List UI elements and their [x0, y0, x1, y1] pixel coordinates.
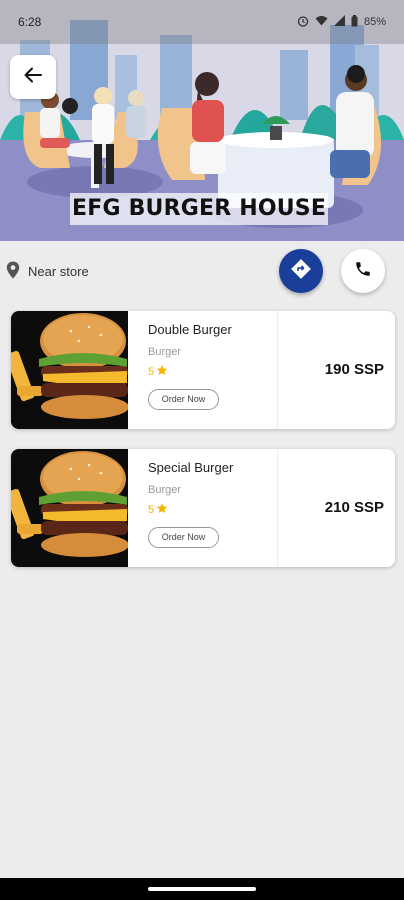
home-gesture-handle[interactable] [148, 887, 256, 891]
battery-icon [351, 14, 358, 30]
signal-icon [333, 15, 345, 29]
battery-percent: 85% [363, 16, 386, 28]
item-name: Double Burger [148, 322, 232, 337]
item-rating: 5 [148, 502, 168, 517]
burger-photo [11, 311, 129, 429]
status-bar: 6:28 85% [0, 0, 404, 44]
card-divider [277, 449, 278, 567]
rating-value: 5 [148, 503, 155, 516]
directions-icon [290, 258, 312, 285]
menu-item-card[interactable]: Special Burger Burger 5 Order Now 210 SS… [11, 449, 395, 567]
location-indicator: Near store [6, 261, 89, 282]
store-title: EFG BURGER HOUSE [70, 193, 329, 225]
menu-item-card[interactable]: Double Burger Burger 5 Order Now 190 SSP [11, 311, 395, 429]
star-icon [156, 502, 168, 517]
status-time: 6:28 [18, 15, 42, 29]
star-icon [156, 364, 168, 379]
location-label: Near store [28, 264, 89, 279]
item-rating: 5 [148, 364, 168, 379]
card-divider [277, 311, 278, 429]
map-pin-icon [6, 261, 20, 282]
phone-icon [354, 260, 372, 283]
store-hero-banner: 6:28 85% EFG BURGER HOUSE [0, 0, 404, 241]
directions-button[interactable] [279, 249, 323, 293]
wifi-icon [315, 15, 328, 29]
alarm-icon [297, 15, 309, 30]
rating-value: 5 [148, 365, 155, 378]
order-now-button[interactable]: Order Now [148, 389, 219, 410]
item-category: Burger [148, 484, 182, 496]
status-icons: 85% [297, 14, 386, 30]
item-name: Special Burger [148, 460, 234, 475]
order-now-button[interactable]: Order Now [148, 527, 219, 548]
system-navigation-bar [0, 878, 404, 900]
back-button[interactable] [10, 55, 56, 99]
item-price: 210 SSP [324, 499, 384, 516]
item-price: 190 SSP [324, 361, 384, 378]
item-category: Burger [148, 346, 182, 358]
store-info-row: Near store [0, 241, 404, 301]
call-button[interactable] [341, 249, 385, 293]
arrow-left-icon [24, 67, 42, 88]
burger-photo [11, 449, 129, 567]
